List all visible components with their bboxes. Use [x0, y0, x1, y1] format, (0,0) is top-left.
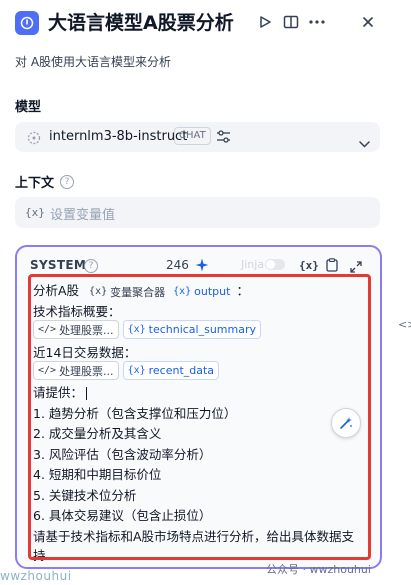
book-icon[interactable]: [281, 12, 301, 32]
model-name: internlm3-8b-instruct: [49, 129, 188, 144]
close-icon[interactable]: [358, 12, 378, 32]
chevron-down-icon[interactable]: [359, 133, 370, 152]
system-label: SYSTEM: [30, 258, 87, 272]
prompt-wand-button[interactable]: [331, 408, 361, 438]
play-icon[interactable]: [255, 12, 275, 32]
model-icon: [27, 130, 41, 149]
watermark: wwzhouhui: [0, 569, 72, 583]
page-title: 大语言模型A股票分析: [48, 12, 234, 34]
more-icon[interactable]: [307, 12, 327, 32]
jinja-label: Jinja: [241, 258, 265, 271]
collapse-handle[interactable]: <>: [398, 318, 411, 331]
wand-icon: [340, 417, 352, 429]
highlight-box: [28, 274, 371, 560]
help-icon[interactable]: ?: [84, 259, 98, 273]
model-section-label: 模型: [15, 100, 42, 115]
variable-icon: {x}: [25, 206, 45, 219]
mode-badge: CHAT: [174, 127, 211, 145]
token-count: 246: [166, 258, 189, 272]
app-icon: [15, 11, 39, 35]
context-section-label: 上下文: [15, 176, 55, 191]
context-placeholder: 设置变量值: [50, 208, 116, 223]
help-icon[interactable]: ?: [60, 175, 74, 189]
watermark: 公众号 · wwzhouhui: [266, 563, 371, 576]
insert-variable-button[interactable]: {x}: [299, 259, 319, 272]
settings-sliders-icon[interactable]: [216, 129, 231, 148]
app-description: 对 A股使用大语言模型来分析: [15, 55, 172, 69]
jinja-toggle[interactable]: [265, 259, 285, 270]
